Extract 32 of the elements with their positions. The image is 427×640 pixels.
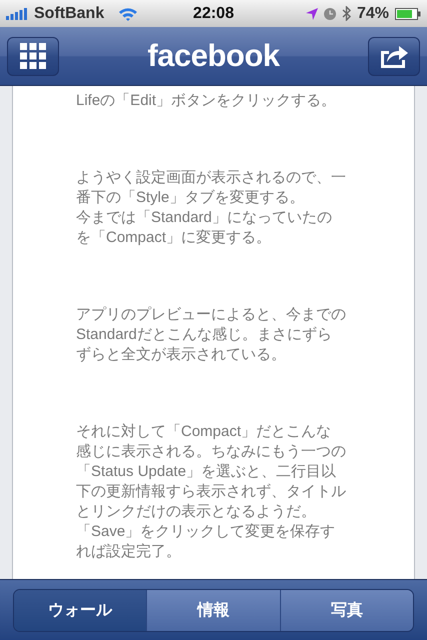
text-line: それに対して「Compact」だとこんな	[76, 422, 332, 442]
signal-icon	[6, 8, 28, 20]
carrier-name: SoftBank	[34, 4, 104, 22]
text-line: 「Save」をクリックして変更を保存す	[76, 522, 336, 542]
text-line: 番下の「Style」タブを変更する。	[76, 188, 304, 208]
app-logo: facebook	[147, 38, 280, 74]
grid-icon	[20, 43, 46, 69]
grid-menu-button[interactable]	[7, 36, 59, 76]
text-line: アプリのプレビューによると、今までの	[76, 305, 346, 325]
clock-icon	[324, 8, 336, 20]
text-line: ようやく設定画面が表示されるので、一	[76, 168, 346, 188]
text-line: 下の更新情報すら表示されず、タイトル	[76, 482, 346, 502]
wifi-icon	[118, 6, 138, 20]
battery-icon	[395, 8, 421, 20]
text-line: ずらと全文が表示されている。	[76, 345, 286, 365]
battery-percent: 74%	[356, 4, 389, 22]
location-arrow-icon	[306, 8, 318, 20]
text-line: 「Status Update」を選ぶと、二行目以	[76, 462, 336, 482]
tab[interactable]: 情報	[146, 590, 280, 630]
text-line: Standardだとこんな感じ。まさにずら	[76, 325, 332, 345]
clock-time: 22:08	[193, 4, 234, 22]
tab[interactable]: ウォール	[14, 590, 146, 630]
text-line: とリンクだけの表示となるようだ。	[76, 502, 316, 522]
text-line: 今までは「Standard」になっていたの	[76, 208, 332, 228]
share-button[interactable]	[368, 36, 420, 76]
text-line: れば設定完了。	[76, 542, 181, 562]
share-arrow-icon	[378, 43, 409, 69]
text-line: 感じに表示される。ちなみにもう一つの	[76, 442, 346, 462]
bluetooth-icon	[342, 6, 351, 21]
text-line: を「Compact」に変更する。	[76, 228, 272, 248]
tab[interactable]: 写真	[280, 590, 413, 630]
text-line: Lifeの「Edit」ボタンをクリックする。	[76, 91, 336, 111]
